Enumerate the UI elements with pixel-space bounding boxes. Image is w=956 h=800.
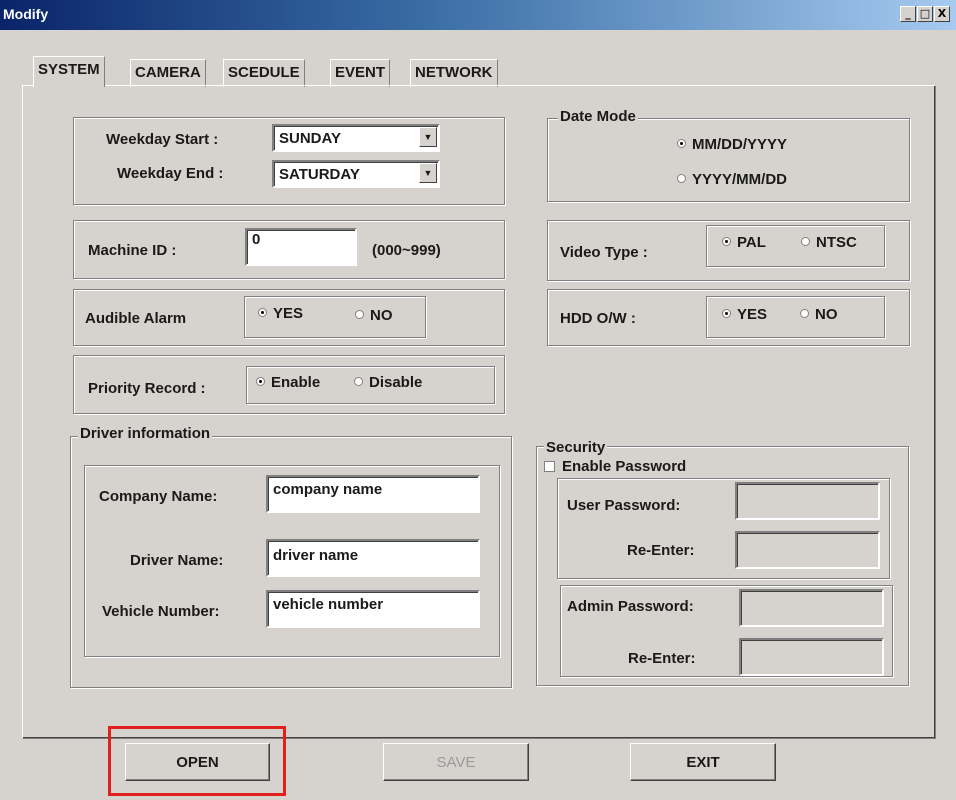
machine-id-label: Machine ID : [88, 242, 177, 259]
priority-enable-radio[interactable]: Enable [256, 374, 320, 391]
exit-button[interactable]: EXIT [630, 743, 776, 781]
tab-event[interactable]: EVENT [330, 59, 391, 87]
maximize-button[interactable]: □ [917, 6, 933, 22]
radio-unselected-icon [354, 377, 363, 386]
radio-unselected-icon [800, 309, 809, 318]
hdd-no-radio[interactable]: NO [800, 306, 838, 323]
vehicle-number-label: Vehicle Number: [102, 603, 220, 620]
minimize-button[interactable]: _ [900, 6, 916, 22]
tab-network[interactable]: NETWORK [410, 59, 498, 87]
driver-name-input[interactable]: driver name [266, 539, 480, 577]
radio-selected-icon [722, 237, 731, 246]
radio-selected-icon [256, 377, 265, 386]
radio-unselected-icon [801, 237, 810, 246]
company-name-value: company name [273, 481, 383, 498]
video-pal-radio[interactable]: PAL [722, 234, 766, 251]
date-mode-option1-label: MM/DD/YYYY [692, 136, 788, 153]
priority-record-label: Priority Record : [88, 380, 206, 397]
audible-no-radio[interactable]: NO [355, 307, 393, 324]
close-button[interactable]: X [934, 6, 950, 22]
date-mode-mmddyyyy-radio[interactable]: MM/DD/YYYY [677, 136, 787, 153]
enable-password-label: Enable Password [562, 458, 687, 475]
tab-camera[interactable]: CAMERA [130, 59, 206, 87]
tab-scedule[interactable]: SCEDULE [223, 59, 305, 87]
hdd-ow-label: HDD O/W : [560, 310, 636, 327]
machine-id-value: 0 [252, 231, 261, 248]
weekday-start-value: SUNDAY [279, 130, 341, 147]
company-name-label: Company Name: [99, 488, 218, 505]
priority-enable-label: Enable [271, 374, 321, 391]
title-bar: Modify _ □ X [0, 0, 956, 30]
driver-info-legend: Driver information [78, 425, 213, 442]
audible-no-label: NO [370, 307, 393, 324]
checkbox-icon [544, 461, 555, 472]
weekday-end-select[interactable]: SATURDAY ▼ [272, 160, 440, 188]
weekday-end-value: SATURDAY [279, 166, 360, 183]
user-reenter-label: Re-Enter: [627, 542, 695, 559]
driver-name-value: driver name [273, 547, 359, 564]
hdd-no-label: NO [815, 306, 838, 323]
date-mode-yyyymmdd-radio[interactable]: YYYY/MM/DD [677, 171, 787, 188]
weekday-start-label: Weekday Start : [106, 131, 219, 148]
audible-yes-label: YES [273, 305, 304, 322]
chevron-down-icon[interactable]: ▼ [419, 163, 437, 183]
priority-disable-label: Disable [369, 374, 423, 391]
admin-reenter-label: Re-Enter: [628, 650, 696, 667]
video-ntsc-label: NTSC [816, 234, 857, 251]
weekday-start-select[interactable]: SUNDAY ▼ [272, 124, 440, 152]
video-pal-label: PAL [737, 234, 766, 251]
video-ntsc-radio[interactable]: NTSC [801, 234, 857, 251]
admin-password-input[interactable] [739, 589, 884, 627]
security-legend: Security [544, 439, 608, 456]
machine-id-range: (000~999) [372, 242, 441, 259]
user-password-label: User Password: [567, 497, 681, 514]
driver-name-label: Driver Name: [130, 552, 224, 569]
vehicle-number-value: vehicle number [273, 596, 384, 613]
window-title: Modify [3, 6, 49, 22]
radio-selected-icon [677, 139, 686, 148]
audible-yes-radio[interactable]: YES [258, 305, 303, 322]
enable-password-checkbox[interactable]: Enable Password [544, 458, 686, 475]
priority-disable-radio[interactable]: Disable [354, 374, 422, 391]
tab-system[interactable]: SYSTEM [33, 56, 105, 87]
vehicle-number-input[interactable]: vehicle number [266, 590, 480, 628]
user-password-input[interactable] [735, 482, 880, 520]
company-name-input[interactable]: company name [266, 475, 480, 513]
user-reenter-input[interactable] [735, 531, 880, 569]
admin-password-label: Admin Password: [567, 598, 694, 615]
admin-reenter-input[interactable] [739, 638, 884, 676]
hdd-yes-label: YES [737, 306, 768, 323]
hdd-yes-radio[interactable]: YES [722, 306, 767, 323]
radio-selected-icon [722, 309, 731, 318]
chevron-down-icon[interactable]: ▼ [419, 127, 437, 147]
date-mode-group [547, 118, 910, 202]
machine-id-input[interactable]: 0 [245, 228, 357, 266]
radio-unselected-icon [355, 310, 364, 319]
weekday-end-label: Weekday End : [117, 165, 224, 182]
date-mode-legend: Date Mode [558, 108, 638, 125]
date-mode-option2-label: YYYY/MM/DD [692, 171, 788, 188]
audible-alarm-label: Audible Alarm [85, 310, 187, 327]
save-button[interactable]: SAVE [383, 743, 529, 781]
highlight-box [108, 726, 286, 796]
radio-unselected-icon [677, 174, 686, 183]
radio-selected-icon [258, 308, 267, 317]
video-type-label: Video Type : [560, 244, 648, 261]
